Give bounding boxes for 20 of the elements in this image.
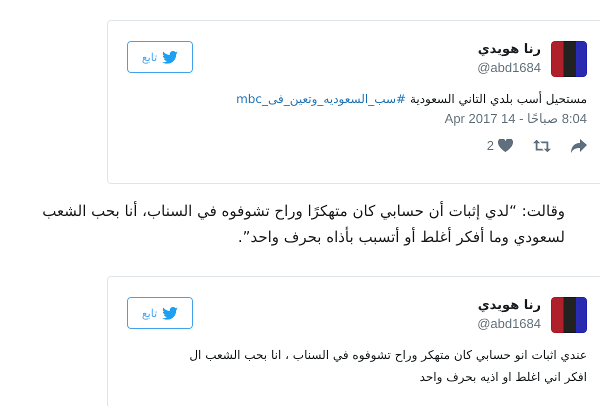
user-name[interactable]: رنا هويدي — [203, 297, 541, 315]
user-handle[interactable]: @abd1684 — [203, 315, 541, 333]
article-text: لسعودي وما أفكر أغلط أو أتسبب بأذاه بحرف واحد”. — [236, 226, 565, 248]
reply-arrow-icon[interactable] — [571, 138, 587, 152]
bird-icon — [162, 50, 178, 64]
follow-button[interactable]: تابع — [127, 41, 193, 73]
user-handle[interactable]: @abd1684 — [203, 59, 541, 77]
tweet-text: مستحيل أسب بلدي التاني السعودية #سب_السعوديه_وتعين_فى_mbc — [235, 90, 587, 108]
photo-placeholder — [551, 297, 587, 333]
like-count: 2 — [486, 138, 494, 153]
tweet-date[interactable]: 8:04 صباحًا - 14 Apr 2017 — [128, 111, 587, 126]
article-text: وقالت: “لدي إثبات أن حسابي كان متهكرًا وراح تشوفوه في السناب، أنا بحب الشعب — [41, 200, 565, 222]
retweet-icon[interactable] — [533, 138, 551, 152]
user-name[interactable]: رنا هويدي — [203, 41, 541, 59]
bird-icon — [162, 306, 178, 320]
follow-button[interactable]: تابع — [127, 297, 193, 329]
tweet-text: افكر اني اغلط او اذيه بحرف واحد — [418, 369, 587, 386]
tweet-text: عندي اثبات انو حسابي كان متهكر وراح تشوفوه في السناب ، انا بحب الشعب ال — [188, 347, 587, 364]
photo-placeholder — [551, 41, 587, 77]
heart-icon[interactable] — [498, 139, 513, 152]
